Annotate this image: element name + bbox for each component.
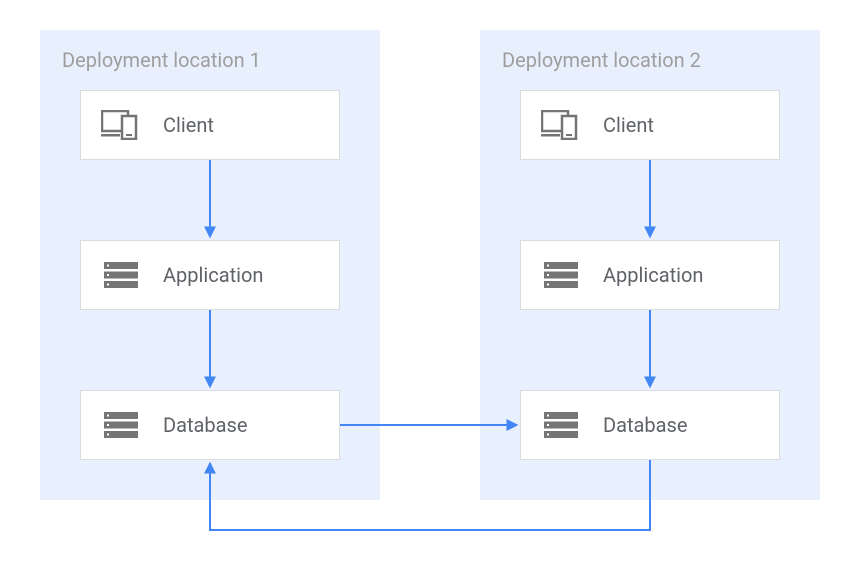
node-client-2: Client [520,90,780,160]
node-database-2: Database [520,390,780,460]
node-application-2: Application [520,240,780,310]
region-title-1: Deployment location 1 [62,48,261,72]
node-label: Client [163,113,214,137]
server-icon [541,410,581,440]
server-icon [541,260,581,290]
node-database-1: Database [80,390,340,460]
node-label: Application [163,263,263,287]
server-icon [101,260,141,290]
node-label: Database [163,413,247,437]
node-label: Client [603,113,654,137]
node-application-1: Application [80,240,340,310]
node-label: Application [603,263,703,287]
client-icon [541,110,581,140]
node-label: Database [603,413,687,437]
server-icon [101,410,141,440]
region-title-2: Deployment location 2 [502,48,701,72]
node-client-1: Client [80,90,340,160]
client-icon [101,110,141,140]
